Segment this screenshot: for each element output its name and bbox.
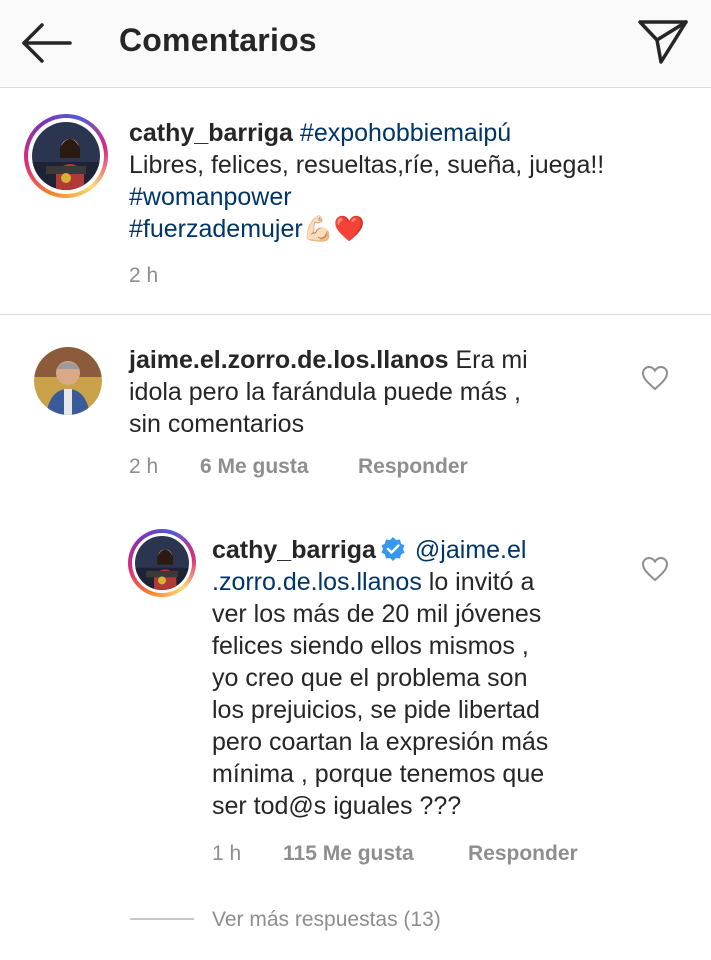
comment-body: idola pero la farándula puede más ,: [129, 378, 521, 406]
reply-timestamp: 1 h: [212, 842, 242, 865]
comment-meta: 2 h: [129, 453, 158, 481]
reply-body: felices siendo ellos mismos ,: [212, 632, 529, 660]
avatar-photo: [32, 122, 100, 190]
reply-label[interactable]: Responder: [358, 455, 468, 478]
reply-text: cathy_barriga @jaime.el .zorro.de.los.ll…: [212, 534, 632, 822]
reply-body: mínima , porque tenemos que: [212, 760, 545, 788]
paper-plane-icon: [638, 20, 688, 64]
comment-body: sin comentarios: [129, 410, 305, 438]
reply-body: ver los más de 20 mil jóvenes: [212, 600, 542, 628]
hashtag-link[interactable]: #expohobbiemaipú: [300, 119, 511, 147]
back-button[interactable]: [18, 20, 74, 66]
reply-button[interactable]: Responder: [358, 453, 468, 481]
heart-icon[interactable]: [641, 365, 669, 391]
top-bar: Comentarios: [0, 0, 711, 88]
reply-body: yo creo que el problema son: [212, 664, 528, 692]
avatar-photo: [34, 347, 102, 415]
hashtag-link[interactable]: #womanpower: [129, 183, 292, 211]
emoji: 💪🏻❤️: [302, 215, 365, 243]
reply-label[interactable]: Responder: [468, 842, 578, 865]
comment-avatar[interactable]: [34, 347, 102, 415]
thread-line: [130, 918, 194, 920]
comment-body: Era mi: [455, 346, 528, 374]
reply-body: pero coartan la expresión más: [212, 728, 549, 756]
reply-body: lo invitó a: [428, 568, 535, 596]
likes-count[interactable]: 115 Me gusta: [283, 840, 414, 868]
caption-username[interactable]: cathy_barriga: [129, 119, 293, 147]
caption-timestamp: 2 h: [129, 264, 159, 287]
page-title: Comentarios: [119, 22, 317, 58]
comment-text: jaime.el.zorro.de.los.llanos Era mi idol…: [129, 344, 629, 440]
caption-avatar[interactable]: [24, 114, 108, 198]
caption-line: Libres, felices, resueltas,ríe, sueña, j…: [129, 151, 605, 179]
divider: [0, 314, 711, 315]
likes-label[interactable]: 6 Me gusta: [200, 455, 309, 478]
caption-text: cathy_barriga #expohobbiemaipú Libres, f…: [129, 117, 699, 245]
comment-username[interactable]: jaime.el.zorro.de.los.llanos: [129, 346, 449, 374]
share-button[interactable]: [636, 16, 692, 68]
verified-badge-icon: [381, 537, 405, 561]
reply-username[interactable]: cathy_barriga: [212, 536, 376, 564]
reply-avatar[interactable]: [128, 529, 196, 597]
reply-body: los prejuicios, se pide libertad: [212, 696, 540, 724]
likes-label[interactable]: 115 Me gusta: [283, 842, 414, 865]
likes-count[interactable]: 6 Me gusta: [200, 453, 309, 481]
mention-link[interactable]: @jaime.el: [415, 536, 527, 564]
arrow-left-icon: [22, 23, 72, 63]
reply-button[interactable]: Responder: [468, 840, 578, 868]
mention-link[interactable]: .zorro.de.los.llanos: [212, 568, 422, 596]
hashtag-link[interactable]: #fuerzademujer: [129, 215, 303, 243]
reply-body: ser tod@s iguales ???: [212, 792, 462, 820]
avatar-photo: [135, 536, 189, 590]
view-more-replies-button[interactable]: Ver más respuestas (13): [212, 906, 441, 934]
heart-icon[interactable]: [641, 556, 669, 582]
comment-timestamp: 2 h: [129, 455, 159, 478]
